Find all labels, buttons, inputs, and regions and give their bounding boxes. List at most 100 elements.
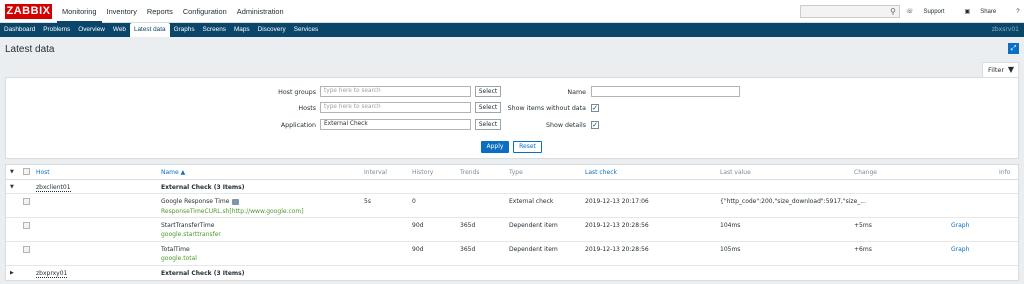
support-link[interactable]: ☏ Support: [906, 8, 955, 15]
host-group-row: ▼ zbxclient01 External Check (3 Items): [6, 181, 1018, 194]
submenu: Dashboard Problems Overview Web Latest d…: [0, 23, 1024, 37]
item-name: StartTransferTime: [161, 222, 215, 229]
host-groups-select-button[interactable]: Select: [475, 86, 501, 97]
fullscreen-icon[interactable]: ⤢: [1008, 43, 1019, 54]
application-label: Application: [280, 122, 316, 129]
collapse-icon[interactable]: ▼: [10, 184, 14, 190]
column-type: Type: [509, 169, 523, 176]
hosts-label: Hosts: [298, 105, 316, 112]
show-details-label: Show details: [546, 122, 586, 129]
name-input[interactable]: [591, 86, 740, 97]
funnel-icon: ▼: [1007, 65, 1014, 74]
row-checkbox[interactable]: [23, 222, 30, 229]
menu-monitoring[interactable]: Monitoring: [57, 0, 102, 23]
item-history: 0: [412, 198, 416, 205]
submenu-problems[interactable]: Problems: [39, 23, 74, 37]
table-row: Google Response Time ResponseTimeCURL.sh…: [6, 195, 1018, 218]
column-interval: Interval: [364, 169, 387, 176]
page-title: Latest data: [5, 44, 55, 55]
item-last-check: 2019-12-13 20:28:56: [585, 222, 649, 229]
collapse-all-icon[interactable]: ▼: [10, 169, 14, 175]
row-checkbox[interactable]: [23, 246, 30, 253]
reset-button[interactable]: Reset: [513, 141, 542, 153]
item-graph-link[interactable]: Graph: [951, 246, 969, 253]
submenu-discovery[interactable]: Discovery: [254, 23, 290, 37]
item-graph-link[interactable]: Graph: [951, 222, 969, 229]
application-input[interactable]: External Check: [320, 119, 471, 130]
item-name: Google Response Time: [161, 198, 240, 205]
item-type: Dependent item: [509, 222, 558, 229]
comment-icon[interactable]: [232, 198, 240, 205]
global-search-input[interactable]: ⚲: [800, 5, 900, 18]
table-header: ▼ Host Name ▲ Interval History Trends Ty…: [6, 165, 1018, 180]
column-last-value: Last value: [720, 169, 751, 176]
expand-icon[interactable]: ▶: [10, 270, 14, 276]
column-host[interactable]: Host: [36, 169, 50, 176]
table-row: TotalTime google.total 90d 365d Dependen…: [6, 243, 1018, 266]
filter-panel: Host groups type here to search Select H…: [5, 77, 1019, 159]
submenu-latest-data[interactable]: Latest data: [129, 23, 170, 37]
item-type: Dependent item: [509, 246, 558, 253]
item-history: 90d: [412, 246, 424, 253]
submenu-services[interactable]: Services: [290, 23, 323, 37]
column-info: Info: [999, 169, 1011, 176]
item-interval: 5s: [364, 198, 371, 205]
top-right-links: ☏Support ▣Share ? ● ⏻: [906, 0, 1024, 23]
hosts-select-button[interactable]: Select: [475, 102, 501, 113]
item-trends: 365d: [460, 222, 476, 229]
item-last-value: 105ms: [720, 246, 741, 253]
name-label: Name: [567, 89, 586, 96]
host-name[interactable]: zbxprxy01: [36, 270, 68, 278]
show-without-data-checkbox[interactable]: ✓: [591, 104, 599, 112]
apply-button[interactable]: Apply: [481, 141, 509, 153]
item-change: +5ms: [854, 222, 872, 229]
host-groups-label: Host groups: [278, 89, 316, 96]
host-group-row: ▶ zbxprxy01 External Check (3 Items): [6, 267, 1018, 280]
column-name[interactable]: Name ▲: [161, 169, 185, 176]
search-icon[interactable]: ⚲: [890, 7, 896, 16]
application-select-button[interactable]: Select: [475, 119, 501, 130]
item-last-check: 2019-12-13 20:17:06: [585, 198, 649, 205]
submenu-web[interactable]: Web: [109, 23, 130, 37]
submenu-screens[interactable]: Screens: [199, 23, 230, 37]
sub-navigation: Dashboard Problems Overview Web Latest d…: [0, 23, 1024, 37]
submenu-graphs[interactable]: Graphs: [170, 23, 199, 37]
share-icon: ▣: [964, 9, 971, 15]
item-trends: 365d: [460, 246, 476, 253]
row-checkbox[interactable]: [23, 198, 30, 205]
column-last-check[interactable]: Last check: [585, 169, 617, 176]
item-change: +6ms: [854, 246, 872, 253]
menu-inventory[interactable]: Inventory: [102, 0, 142, 23]
select-all-checkbox[interactable]: [23, 168, 30, 175]
filter-tab[interactable]: Filter ▼: [982, 62, 1019, 77]
host-name[interactable]: zbxclient01: [36, 184, 71, 192]
submenu-overview[interactable]: Overview: [74, 23, 109, 37]
item-last-value: {"http_code":200,"size_download":5917,"s…: [720, 198, 866, 205]
menu-administration[interactable]: Administration: [232, 0, 289, 23]
filter-tab-label: Filter: [988, 66, 1005, 74]
column-history: History: [412, 169, 434, 176]
column-change: Change: [854, 169, 877, 176]
item-key: ResponseTimeCURL.sh[http://www.google.co…: [161, 208, 304, 215]
menu-configuration[interactable]: Configuration: [178, 0, 232, 23]
hosts-input[interactable]: type here to search: [320, 102, 471, 113]
item-key: google.starttransfer: [161, 231, 221, 238]
column-trends: Trends: [460, 169, 480, 176]
share-link[interactable]: ▣ Share: [965, 8, 1007, 15]
main-menu: Monitoring Inventory Reports Configurati…: [57, 0, 289, 23]
host-groups-input[interactable]: type here to search: [320, 86, 471, 97]
menu-reports[interactable]: Reports: [142, 0, 178, 23]
help-icon[interactable]: ?: [1016, 9, 1019, 15]
application-group: External Check (3 Items): [161, 270, 245, 277]
submenu-dashboard[interactable]: Dashboard: [0, 23, 39, 37]
application-group: External Check (3 Items): [161, 184, 245, 191]
item-last-check: 2019-12-13 20:28:56: [585, 246, 649, 253]
show-details-checkbox[interactable]: ✓: [591, 121, 599, 129]
latest-data-table: ▼ Host Name ▲ Interval History Trends Ty…: [5, 164, 1019, 281]
table-row: StartTransferTime google.starttransfer 9…: [6, 219, 1018, 242]
zabbix-logo[interactable]: ZABBIX: [5, 4, 52, 19]
item-name: TotalTime: [161, 246, 190, 253]
submenu-maps[interactable]: Maps: [230, 23, 254, 37]
headset-icon: ☏: [906, 9, 914, 15]
item-type: External check: [509, 198, 554, 205]
